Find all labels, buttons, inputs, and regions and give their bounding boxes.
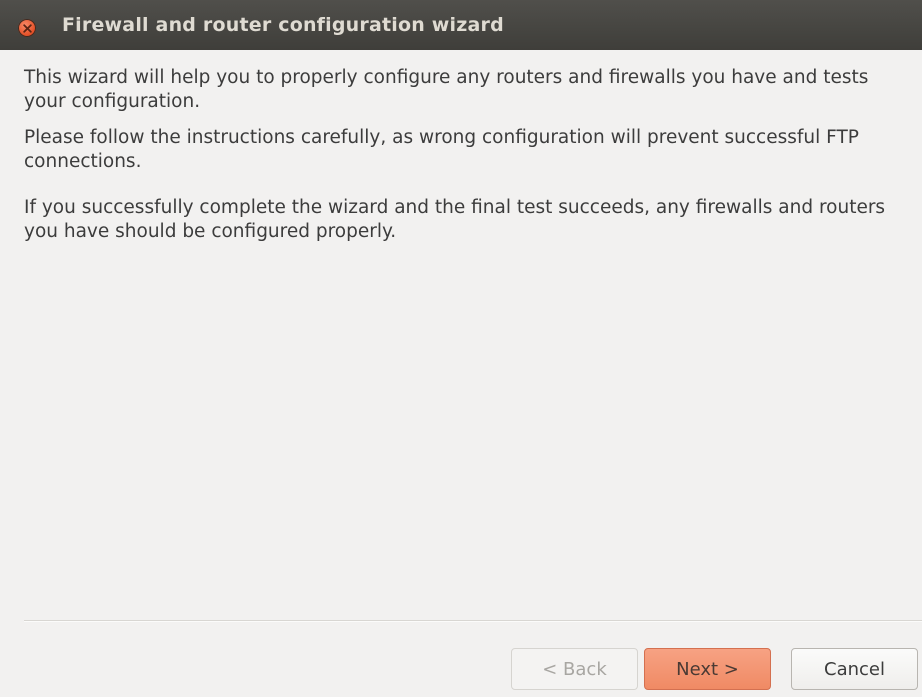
wizard-window: Firewall and router configuration wizard… <box>0 0 922 697</box>
close-icon[interactable] <box>18 19 36 37</box>
window-title: Firewall and router configuration wizard <box>62 14 504 36</box>
back-button[interactable]: < Back <box>511 648 638 690</box>
next-button[interactable]: Next > <box>644 648 771 690</box>
instructions-paragraph: Please follow the instructions carefully… <box>24 127 859 172</box>
button-divider <box>24 620 922 622</box>
completion-paragraph: If you successfully complete the wizard … <box>24 197 886 242</box>
titlebar[interactable]: Firewall and router configuration wizard <box>0 0 922 50</box>
cancel-button[interactable]: Cancel <box>791 648 918 690</box>
intro-paragraph: This wizard will help you to properly co… <box>24 67 869 112</box>
